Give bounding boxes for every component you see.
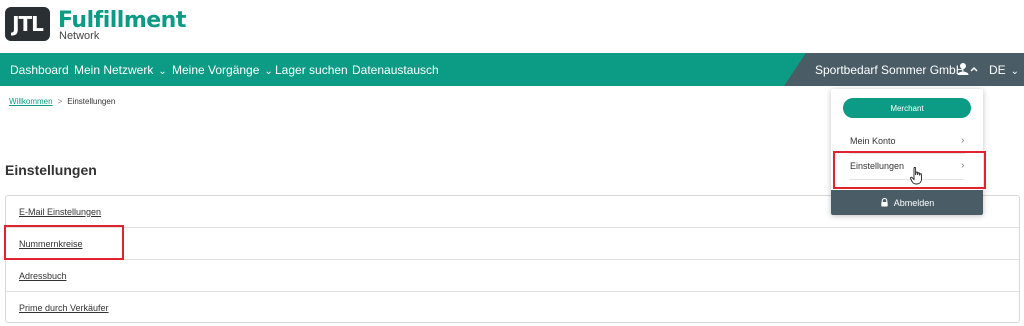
nav-lager-suchen[interactable]: Lager suchen [275,63,348,77]
app-header: JTL Fulfillment Network [0,0,1024,52]
company-name[interactable]: Sportbedarf Sommer GmbH [815,63,964,77]
menu-item-mein-konto[interactable]: Mein Konto [850,136,896,146]
highlight-box-nummernkreise [4,225,124,260]
logo-mark: JTL [12,12,44,36]
language-label: DE [989,63,1006,77]
logout-label: Abmelden [893,197,935,208]
merchant-role-button[interactable]: Merchant [843,98,971,118]
chevron-right-icon: › [961,135,965,146]
logout-button[interactable]: Abmelden [831,190,983,215]
breadcrumb-home-link[interactable]: Willkommen [9,97,53,106]
jtl-logo[interactable]: JTL [5,7,50,41]
chevron-down-icon: ⌄ [1010,66,1020,77]
list-item: Nummernkreise [6,228,1019,260]
chevron-right-icon: > [57,97,63,106]
language-switch[interactable]: DE ⌄ [989,63,1019,77]
chevron-down-icon: ⌄ [158,66,167,77]
nav-dashboard[interactable]: Dashboard [10,63,69,77]
settings-link-email[interactable]: E-Mail Einstellungen [19,207,101,217]
chevron-up-icon[interactable] [970,66,978,72]
nav-datenaustausch[interactable]: Datenaustausch [352,63,439,77]
breadcrumb: Willkommen > Einstellungen [9,97,115,106]
nav-mein-netzwerk[interactable]: Mein Netzwerk ⌄ [74,63,167,77]
logo-subtitle: Network [59,30,100,42]
list-item: Prime durch Verkäufer [6,292,1019,324]
settings-link-prime[interactable]: Prime durch Verkäufer [19,303,109,313]
nav-mein-netzwerk-label: Mein Netzwerk [74,63,154,77]
breadcrumb-current: Einstellungen [67,97,116,106]
page-title: Einstellungen [5,162,97,178]
chevron-down-icon: ⌄ [264,66,273,77]
nav-meine-vorgaenge[interactable]: Meine Vorgänge ⌄ [172,63,273,77]
hand-cursor-icon [910,167,922,185]
list-item: Adressbuch [6,260,1019,292]
settings-link-adressbuch[interactable]: Adressbuch [19,271,67,281]
nav-meine-vorgaenge-label: Meine Vorgänge [172,63,260,77]
lock-icon [881,198,888,207]
user-icon[interactable] [957,62,971,76]
